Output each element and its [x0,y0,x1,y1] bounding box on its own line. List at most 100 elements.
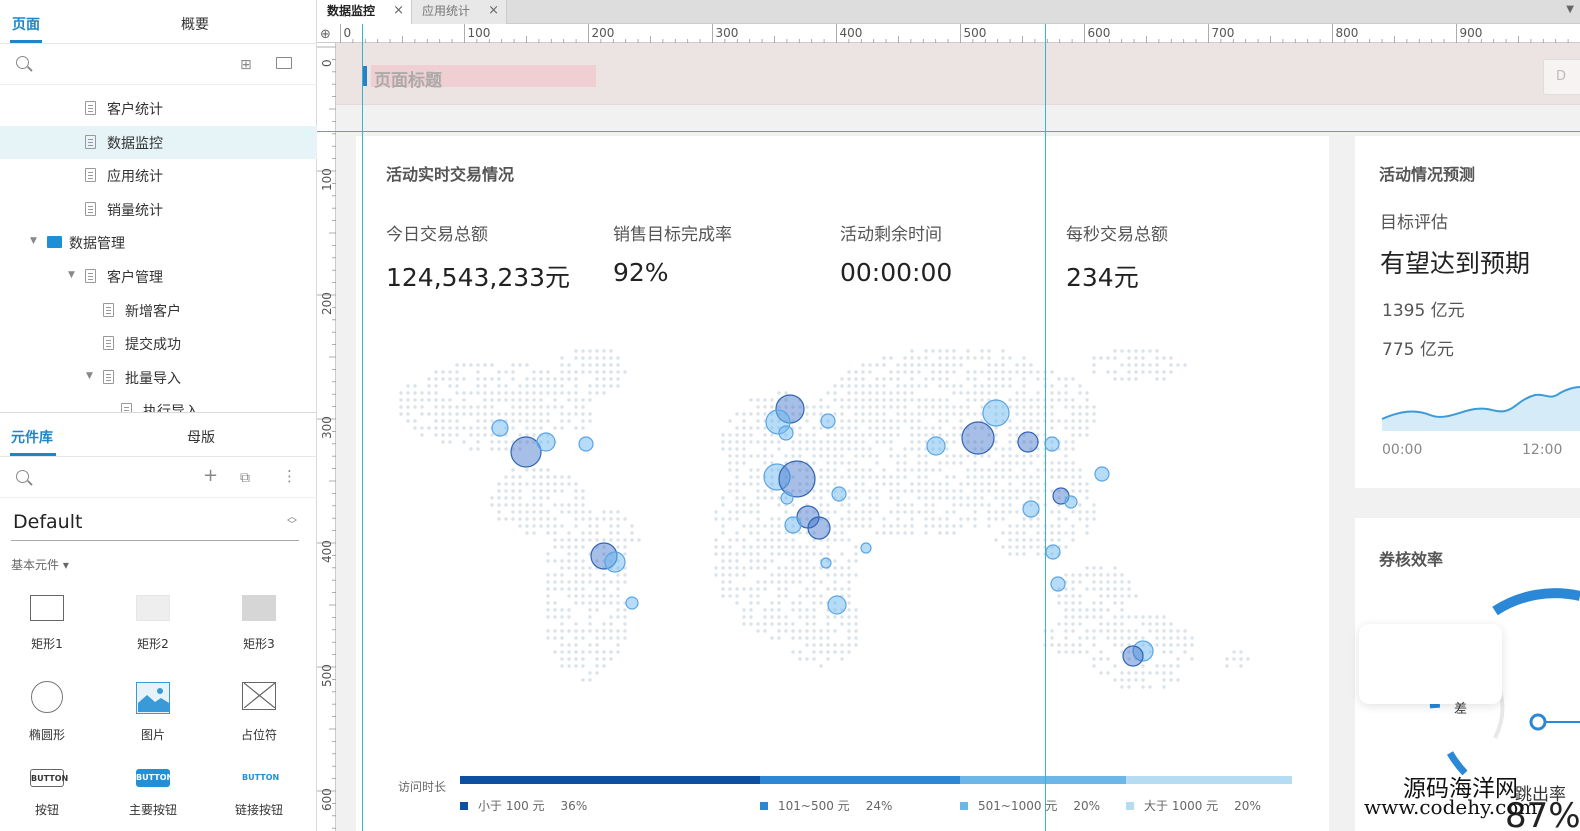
map-dot [1071,447,1075,451]
map-dot [896,384,900,388]
close-icon[interactable]: × [488,0,499,22]
map-dot [1162,678,1166,682]
tree-item[interactable]: 应用统计 [0,159,317,192]
widget-item[interactable]: 矩形1 [2,585,92,665]
map-bubble[interactable] [604,551,626,573]
more-options-icon[interactable]: ⋮ [282,468,297,484]
page-header-bar[interactable]: 页面标题 D [336,43,1580,105]
tree-item[interactable]: 数据监控 [0,125,317,159]
map-bubble[interactable] [1045,544,1061,560]
guide-line-vertical[interactable] [362,24,363,831]
map-bubble[interactable] [1022,500,1040,518]
tree-item[interactable]: ▼ 客户管理 [0,260,317,293]
map-bubble[interactable] [820,557,832,569]
tree-item[interactable]: 销量统计 [0,193,317,226]
map-dot [1120,573,1124,577]
widget-item[interactable]: 图片 [108,676,198,756]
map-bubble[interactable] [780,491,794,505]
expand-triangle-icon[interactable]: ▼ [68,270,75,280]
widget-item[interactable]: BUTTON 链接按钮 [214,767,304,831]
map-bubble[interactable] [536,432,556,452]
map-bubble[interactable] [820,413,836,429]
map-dot [903,412,907,416]
search-icon[interactable] [16,470,29,483]
map-dot [896,468,900,472]
map-bubble[interactable] [831,486,847,502]
doc-tab[interactable]: 应用统计 × [412,0,507,24]
chevron-down-icon[interactable]: ▼ [1566,4,1574,15]
forecast-card[interactable]: 活动情况预测 目标评估 有望达到预期 1395 亿元 775 亿元 00:00 … [1355,136,1580,488]
map-dot [756,517,760,521]
map-bubble[interactable] [578,436,594,452]
tree-item[interactable]: ▼ 数据管理 [0,226,317,259]
header-button[interactable]: D [1543,59,1580,95]
map-bubble[interactable] [778,460,816,498]
map-dot [469,363,473,367]
close-icon[interactable]: × [393,0,404,22]
tree-item[interactable]: 客户统计 [0,92,317,125]
map-bubble[interactable] [860,542,872,554]
map-dot [1071,475,1075,479]
widget-item[interactable]: 占位符 [214,676,304,756]
map-dot [539,496,543,500]
tree-item[interactable]: 新增客户 [0,294,317,327]
tree-item[interactable]: 执行导入 [0,394,317,412]
map-bubble[interactable] [1017,431,1039,453]
map-bubble[interactable] [1064,495,1078,509]
ruler-origin-icon[interactable]: ⊕ [320,27,331,42]
widget-item[interactable]: BUTTON 按钮 [2,767,92,831]
tab-library[interactable]: 元件库 [11,427,53,447]
search-icon[interactable] [16,56,29,69]
map-dot [791,545,795,549]
expand-triangle-icon[interactable]: ▼ [86,371,93,381]
widget-item[interactable]: 矩形3 [214,585,304,665]
tree-item[interactable]: ▼ 批量导入 [0,361,317,394]
map-dot [1092,664,1096,668]
widget-item[interactable]: BUTTON 主要按钮 [108,767,198,831]
map-dot [952,440,956,444]
map-dot [826,468,830,472]
map-dot [931,349,935,353]
library-select[interactable]: Default ︿ ﹀ [11,508,299,541]
map-dot [553,650,557,654]
map-dot [567,398,571,402]
map-bubble[interactable] [491,419,509,437]
tab-outline[interactable]: 概要 [181,14,209,34]
map-bubble[interactable] [807,516,831,540]
expand-triangle-icon[interactable]: ▼ [30,236,37,246]
add-library-icon[interactable]: + [203,467,218,485]
map-bubble[interactable] [625,596,639,610]
select-arrows-icon: ︿ ﹀ [287,512,297,531]
map-bubble[interactable] [1050,576,1066,592]
map-dot [805,629,809,633]
map-dot [1148,671,1152,675]
tree-item[interactable]: 提交成功 [0,327,317,360]
doc-tab-active[interactable]: 数据监控 × [317,0,412,24]
map-dot [938,531,942,535]
tab-masters[interactable]: 母版 [187,427,215,447]
map-dot [469,426,473,430]
map-bubble[interactable] [827,595,847,615]
add-page-icon[interactable]: ⊞ [240,57,252,73]
add-folder-icon[interactable] [276,57,292,69]
map-bubble[interactable] [982,399,1010,427]
guide-line-vertical[interactable] [1045,24,1046,831]
map-bubble[interactable] [961,421,995,455]
widget-item[interactable]: 矩形2 [108,585,198,665]
main-card[interactable]: 活动实时交易情况 今日交易总额 124,543,233元 销售目标完成率 92%… [356,136,1329,831]
widget-item[interactable]: 椭圆形 [2,676,92,756]
guide-line-horizontal[interactable] [317,131,1580,132]
map-bubble[interactable] [1044,436,1060,452]
map-bubble[interactable] [784,516,802,534]
map-bubble[interactable] [1094,466,1110,482]
map-dot [1071,573,1075,577]
tab-pages[interactable]: 页面 [12,14,40,34]
map-bubble[interactable] [1122,645,1144,667]
map-bubble[interactable] [926,436,946,456]
map-bubble[interactable] [778,425,794,441]
map-dot [987,524,991,528]
library-copy-icon[interactable]: ⧉ [240,470,250,486]
map-dot [1120,678,1124,682]
widget-category-label[interactable]: 基本元件 ▾ [11,556,69,573]
map-dot [1057,468,1061,472]
